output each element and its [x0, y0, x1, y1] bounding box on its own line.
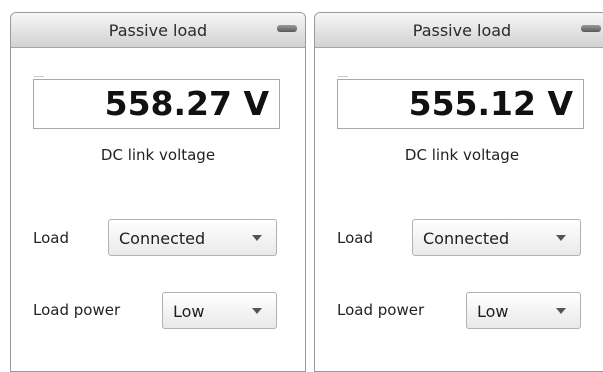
passive-load-panel-1: Passive load 558.27 V DC link voltage Lo…: [10, 12, 306, 372]
load-power-select[interactable]: Low: [466, 292, 581, 329]
display-marker: [34, 76, 44, 77]
minimize-icon[interactable]: [277, 25, 297, 32]
chevron-down-icon[interactable]: [252, 235, 262, 241]
dc-link-voltage-label: DC link voltage: [100, 146, 216, 164]
load-select[interactable]: Connected: [412, 219, 581, 256]
load-power-select-value: Low: [173, 302, 205, 321]
load-power-select-value: Low: [477, 302, 509, 321]
panel-header: Passive load: [315, 13, 603, 48]
minimize-icon[interactable]: [581, 25, 601, 32]
load-select-value: Connected: [423, 229, 510, 248]
load-power-label: Load power: [337, 301, 425, 319]
display-marker: [338, 76, 348, 77]
dc-link-voltage-display: 558.27 V: [33, 76, 280, 129]
panel-title: Passive load: [108, 21, 208, 40]
dc-link-voltage-value: 558.27 V: [104, 84, 269, 123]
passive-load-panel-2: Passive load 555.12 V DC link voltage Lo…: [314, 12, 603, 372]
dc-link-voltage-value: 555.12 V: [408, 84, 573, 123]
dc-link-voltage-label: DC link voltage: [404, 146, 520, 164]
chevron-down-icon[interactable]: [556, 308, 566, 314]
chevron-down-icon[interactable]: [556, 235, 566, 241]
panel-title: Passive load: [412, 21, 512, 40]
load-power-label: Load power: [33, 301, 121, 319]
load-label: Load: [337, 229, 373, 247]
load-power-select[interactable]: Low: [162, 292, 277, 329]
dc-link-voltage-display: 555.12 V: [337, 76, 584, 129]
panel-header: Passive load: [11, 13, 305, 48]
chevron-down-icon[interactable]: [252, 308, 262, 314]
load-select-value: Connected: [119, 229, 206, 248]
load-label: Load: [33, 229, 69, 247]
load-select[interactable]: Connected: [108, 219, 277, 256]
